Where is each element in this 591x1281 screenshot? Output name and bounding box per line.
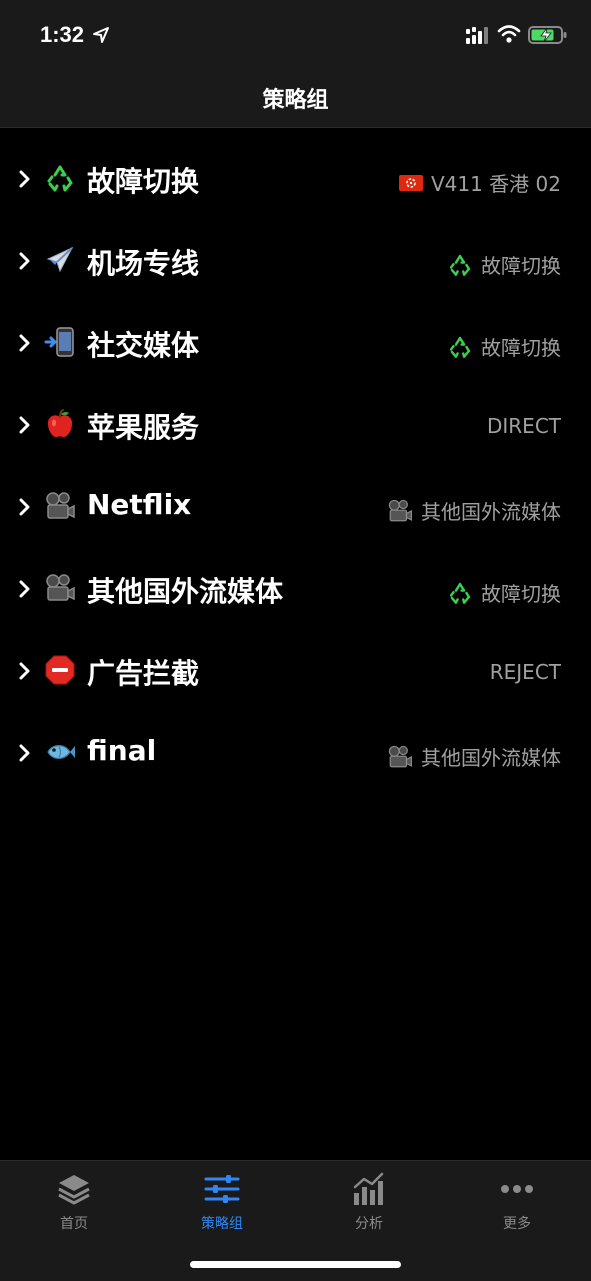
movie-camera-icon <box>46 492 75 519</box>
policy-group-row[interactable]: 其他国外流媒体 故障切换 <box>0 548 591 630</box>
tab-policy-groups[interactable]: 策略组 <box>167 1171 277 1241</box>
group-title: Netflix <box>87 488 192 521</box>
cellular-signal-icon <box>466 27 488 44</box>
selected-proxy: 故障切换 <box>447 250 561 279</box>
group-title: 广告拦截 <box>87 657 200 690</box>
recycle-icon <box>449 336 471 358</box>
chevron-right-icon <box>19 170 30 188</box>
status-bar: 1:32 <box>0 0 591 70</box>
tab-home[interactable]: 首页 <box>19 1171 129 1241</box>
battery-charging-icon <box>528 26 567 44</box>
selected-proxy: V411 香港 02 <box>398 168 561 197</box>
airplane-icon <box>46 246 74 273</box>
chevron-right-icon <box>19 334 30 352</box>
selected-proxy-label: 其他国外流媒体 <box>421 746 561 770</box>
selected-proxy-label: 其他国外流媒体 <box>421 500 561 524</box>
recycle-icon <box>449 254 471 276</box>
selected-proxy-label: REJECT <box>489 660 561 684</box>
policy-group-list: 故障切换 V411 香港 02 机场专线 故障切换 社交媒体 故障切换 苹果服务… <box>0 138 591 794</box>
selected-proxy: 其他国外流媒体 <box>387 496 561 525</box>
group-title: 其他国外流媒体 <box>87 575 284 608</box>
navigation-bar: 策略组 <box>0 70 591 128</box>
group-title: final <box>87 734 157 767</box>
policy-group-row[interactable]: Netflix 其他国外流媒体 <box>0 466 591 548</box>
more-dots-icon <box>501 1185 533 1193</box>
chevron-right-icon <box>19 744 30 762</box>
policy-group-row[interactable]: 故障切换 V411 香港 02 <box>0 138 591 220</box>
apple-icon <box>47 409 73 438</box>
page-title: 策略组 <box>262 88 329 113</box>
phone-arrow-icon <box>44 327 74 357</box>
bar-chart-icon <box>353 1172 384 1205</box>
selected-proxy: 故障切换 <box>447 332 561 361</box>
selected-proxy-label: 故障切换 <box>481 582 561 606</box>
group-title: 故障切换 <box>87 165 200 198</box>
chevron-right-icon <box>19 416 30 434</box>
status-time: 1:32 <box>40 22 85 47</box>
policy-group-row[interactable]: final 其他国外流媒体 <box>0 712 591 794</box>
tab-more[interactable]: 更多 <box>462 1171 572 1241</box>
tab-analysis[interactable]: 分析 <box>314 1171 424 1241</box>
location-arrow-icon <box>93 27 109 43</box>
layers-icon <box>58 1175 90 1205</box>
tab-label: 首页 <box>60 1216 88 1232</box>
selected-proxy: 故障切换 <box>447 578 561 607</box>
wifi-icon <box>497 25 521 43</box>
policy-group-row[interactable]: 苹果服务 DIRECT <box>0 384 591 466</box>
recycle-icon <box>44 162 76 194</box>
selected-proxy: 其他国外流媒体 <box>387 742 561 771</box>
home-indicator[interactable] <box>190 1261 401 1268</box>
tab-label: 策略组 <box>201 1216 243 1232</box>
selected-proxy: REJECT <box>490 660 561 684</box>
selected-proxy-label: V411 香港 02 <box>430 172 561 196</box>
movie-camera-icon <box>388 745 412 767</box>
chevron-right-icon <box>19 252 30 270</box>
policy-group-row[interactable]: 机场专线 故障切换 <box>0 220 591 302</box>
sliders-icon <box>204 1175 240 1203</box>
selected-proxy-label: 故障切换 <box>481 254 561 278</box>
selected-proxy-label: DIRECT <box>486 414 561 438</box>
selected-proxy: DIRECT <box>487 414 561 438</box>
policy-group-row[interactable]: 广告拦截 REJECT <box>0 630 591 712</box>
tab-label: 更多 <box>503 1216 531 1232</box>
movie-camera-icon <box>388 499 412 521</box>
chevron-right-icon <box>19 580 30 598</box>
group-title: 机场专线 <box>87 247 200 280</box>
selected-proxy-label: 故障切换 <box>481 336 561 360</box>
recycle-icon <box>449 582 471 604</box>
group-title: 社交媒体 <box>87 329 200 362</box>
fish-icon <box>47 745 75 759</box>
group-title: 苹果服务 <box>87 411 200 444</box>
stop-sign-icon <box>45 655 75 685</box>
chevron-right-icon <box>19 662 30 680</box>
policy-group-row[interactable]: 社交媒体 故障切换 <box>0 302 591 384</box>
chevron-right-icon <box>19 498 30 516</box>
hk-flag-icon <box>398 174 423 191</box>
tab-label: 分析 <box>355 1216 383 1232</box>
movie-camera-icon <box>46 574 75 601</box>
